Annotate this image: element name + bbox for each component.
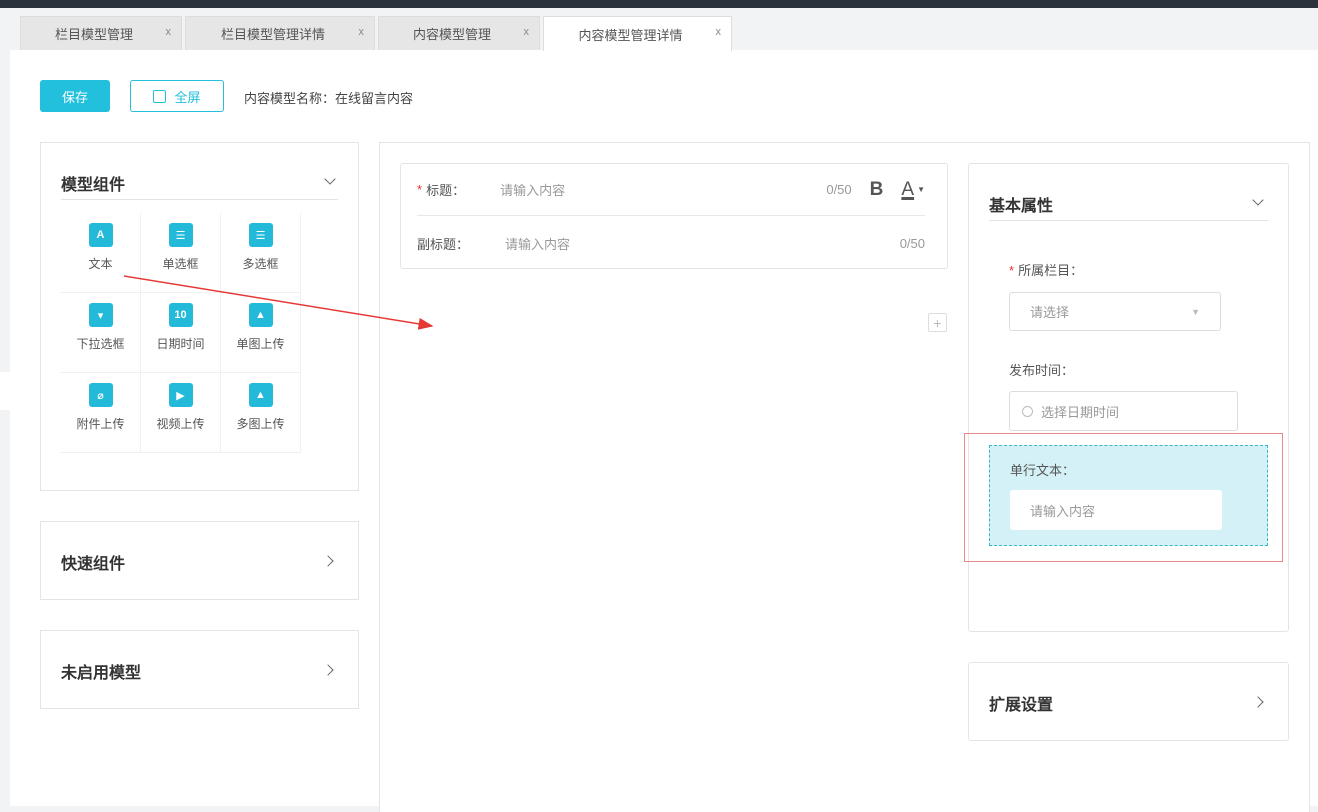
- tab-content-model[interactable]: 内容模型管理 x: [378, 16, 540, 50]
- component-attachment[interactable]: ⌀ 附件上传: [61, 373, 141, 453]
- left-strip: [0, 50, 10, 806]
- panel-title: 模型组件: [61, 171, 338, 200]
- caret-down-icon: ▼: [1191, 306, 1200, 317]
- component-label: 视频上传: [156, 417, 205, 431]
- fullscreen-icon: [153, 89, 167, 103]
- multi-image-icon: ▲: [248, 383, 273, 407]
- add-button[interactable]: +: [928, 313, 947, 332]
- close-icon[interactable]: x: [524, 26, 530, 38]
- attachment-icon: ⌀: [88, 383, 113, 407]
- panel-title: 快速组件: [61, 556, 126, 573]
- single-line-text-field[interactable]: 单行文本： 请输入内容: [989, 445, 1268, 546]
- select-placeholder: 请选择: [1030, 305, 1070, 320]
- close-icon[interactable]: x: [359, 26, 365, 38]
- panel-title: 扩展设置: [989, 697, 1054, 714]
- component-video[interactable]: ▶ 视频上传: [141, 373, 221, 453]
- component-label: 日期时间: [156, 337, 205, 351]
- disabled-models-panel[interactable]: 未启用模型: [40, 630, 359, 709]
- component-label: 单图上传: [236, 337, 285, 351]
- model-name: 内容模型名称：在线留言内容: [244, 91, 414, 106]
- time-label: 发布时间：: [1009, 363, 1075, 378]
- checkbox-icon: ☰: [248, 223, 273, 247]
- title-input[interactable]: 请输入内容: [500, 180, 826, 199]
- radio-icon: ☰: [168, 223, 193, 247]
- title-card: * 标题： 请输入内容 0/50 B A ▼ 副标题： 请输入内容 0/50: [400, 163, 948, 269]
- close-icon[interactable]: x: [716, 26, 722, 38]
- tab-label: 内容模型管理: [412, 27, 491, 42]
- top-bar: [0, 0, 1318, 8]
- close-icon[interactable]: x: [166, 26, 172, 38]
- required-mark: *: [417, 182, 423, 197]
- fullscreen-label: 全屏: [174, 89, 201, 105]
- column-select[interactable]: 请选择 ▼: [1009, 292, 1221, 331]
- component-label: 文本: [88, 257, 113, 271]
- datetime-picker[interactable]: 选择日期时间: [1009, 391, 1238, 431]
- bold-icon[interactable]: B: [870, 179, 884, 201]
- text-icon: A: [88, 223, 113, 247]
- font-color-icon[interactable]: A: [901, 179, 914, 201]
- video-icon: ▶: [168, 383, 193, 407]
- panel-title: 未启用模型: [61, 665, 142, 682]
- fullscreen-button[interactable]: 全屏: [130, 80, 224, 112]
- column-label: 所属栏目：: [1018, 263, 1084, 278]
- dropdown-icon: ▾: [88, 303, 113, 327]
- text-input[interactable]: 请输入内容: [1010, 490, 1222, 530]
- quick-components-panel[interactable]: 快速组件: [40, 521, 359, 600]
- extension-settings-panel[interactable]: 扩展设置: [968, 662, 1289, 741]
- drag-arrow: [123, 275, 434, 330]
- tab-column-model-detail[interactable]: 栏目模型管理详情 x: [185, 16, 375, 50]
- caret-down-icon[interactable]: ▼: [917, 185, 925, 194]
- tab-label: 栏目模型管理详情: [220, 27, 325, 42]
- panel-title: 基本属性: [989, 192, 1268, 221]
- clock-icon: [1022, 405, 1033, 417]
- component-label: 下拉选框: [76, 337, 125, 351]
- text-label: 单行文本：: [1010, 463, 1076, 478]
- title-count: 0/50: [826, 182, 852, 197]
- tab-label: 内容模型管理详情: [578, 27, 683, 43]
- component-label: 附件上传: [76, 417, 125, 431]
- tab-content-model-detail[interactable]: 内容模型管理详情 x: [543, 16, 732, 51]
- title-row: * 标题： 请输入内容 0/50 B A ▼: [417, 164, 925, 216]
- subtitle-input[interactable]: 请输入内容: [505, 234, 900, 253]
- tab-column-model[interactable]: 栏目模型管理 x: [20, 16, 182, 50]
- component-multi-image[interactable]: ▲ 多图上传: [221, 373, 301, 453]
- subtitle-label: 副标题：: [417, 236, 470, 252]
- save-button[interactable]: 保存: [40, 80, 110, 112]
- title-label: 标题：: [426, 183, 466, 198]
- subtitle-count: 0/50: [899, 235, 925, 251]
- component-label: 多图上传: [236, 417, 285, 431]
- tab-label: 栏目模型管理: [54, 27, 133, 42]
- subtitle-row: 副标题： 请输入内容 0/50: [417, 217, 925, 269]
- required-mark: *: [1009, 263, 1015, 278]
- datetime-placeholder: 选择日期时间: [1041, 404, 1120, 420]
